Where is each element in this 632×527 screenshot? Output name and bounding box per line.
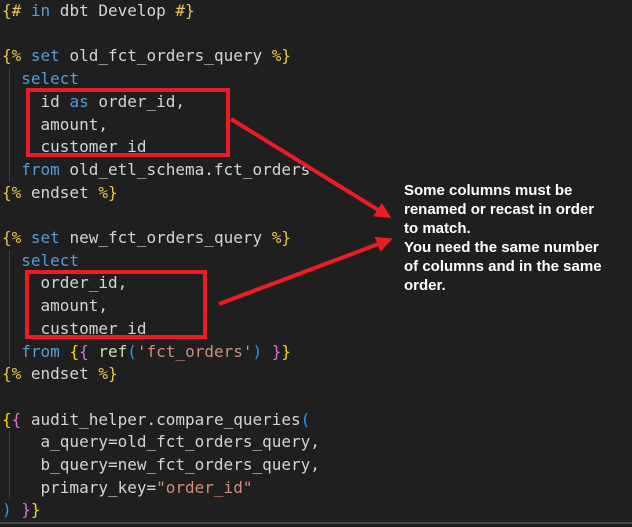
annotation-line: order. <box>404 276 632 295</box>
code-line: {{ audit_helper.compare_queries( <box>2 409 320 432</box>
code-line: from old_etl_schema.fct_orders <box>2 159 320 182</box>
code-line: primary_key="order_id" <box>2 477 320 500</box>
highlight-box-new-columns <box>25 270 207 339</box>
annotation-line: You need the same number <box>404 238 632 257</box>
annotation-line: renamed or recast in order <box>404 200 632 219</box>
code-line <box>2 386 320 409</box>
annotation-line: of columns and in the same <box>404 257 632 276</box>
annotation-note: Some columns must berenamed or recast in… <box>404 181 632 295</box>
bottom-divider <box>0 522 632 524</box>
code-line: {% set old_fct_orders_query %} <box>2 45 320 68</box>
code-line <box>2 204 320 227</box>
code-editor-screenshot: {# in dbt Develop #} {% set old_fct_orde… <box>0 0 632 527</box>
highlight-box-old-columns <box>26 88 230 157</box>
annotation-line: to match. <box>404 219 632 238</box>
code-line: ) }} <box>2 499 320 522</box>
code-line: from {{ ref('fct_orders') }} <box>2 341 320 364</box>
code-line: {% endset %} <box>2 363 320 386</box>
code-line <box>2 23 320 46</box>
code-line: {# in dbt Develop #} <box>2 0 320 23</box>
code-line: {% set new_fct_orders_query %} <box>2 227 320 250</box>
code-line: b_query=new_fct_orders_query, <box>2 454 320 477</box>
annotation-line: Some columns must be <box>404 181 632 200</box>
code-line: a_query=old_fct_orders_query, <box>2 431 320 454</box>
code-line: {% endset %} <box>2 182 320 205</box>
code-editor[interactable]: {# in dbt Develop #} {% set old_fct_orde… <box>2 0 320 522</box>
